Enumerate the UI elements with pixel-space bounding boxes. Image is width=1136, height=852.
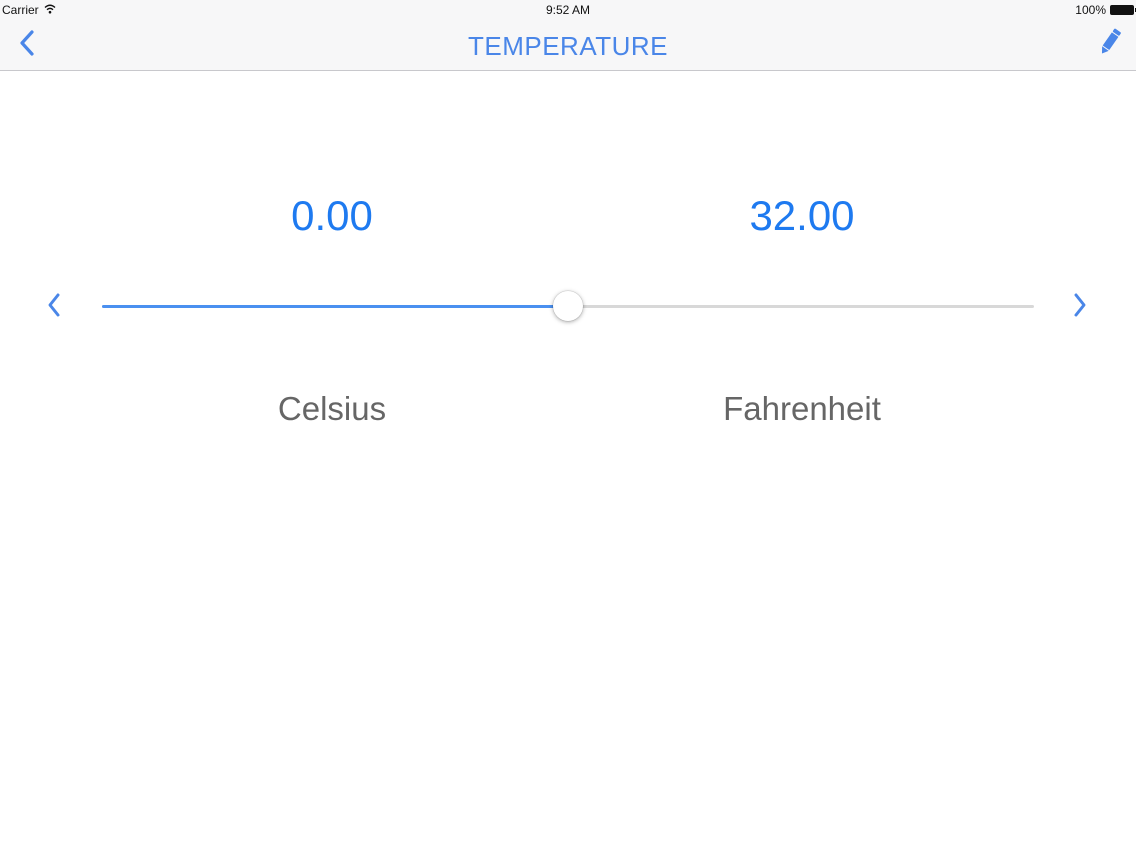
celsius-value: 0.00 [291, 192, 373, 239]
status-right: 100% [1075, 3, 1136, 17]
edit-button[interactable] [1094, 28, 1126, 60]
chevron-right-icon [1073, 292, 1087, 323]
temperature-slider[interactable] [102, 291, 1034, 323]
celsius-label: Celsius [277, 390, 387, 427]
navigation-bar: TEMPERATURE [0, 20, 1136, 71]
battery-icon [1110, 5, 1136, 15]
slider-fill [102, 305, 568, 308]
pencil-icon [1097, 27, 1123, 62]
battery-percent: 100% [1075, 3, 1106, 17]
slider-thumb[interactable] [553, 291, 583, 321]
decrease-button[interactable] [38, 290, 70, 324]
temperature-screen: Carrier 9:52 AM 100% TEMPERATURE 0.00 32… [0, 0, 1136, 852]
chevron-left-icon [47, 292, 61, 323]
page-title: TEMPERATURE [467, 31, 669, 61]
fahrenheit-label: Fahrenheit [723, 390, 881, 427]
status-bar: Carrier 9:52 AM 100% [0, 0, 1136, 20]
status-time: 9:52 AM [545, 3, 591, 17]
fahrenheit-value: 32.00 [749, 192, 855, 239]
increase-button[interactable] [1064, 290, 1096, 324]
